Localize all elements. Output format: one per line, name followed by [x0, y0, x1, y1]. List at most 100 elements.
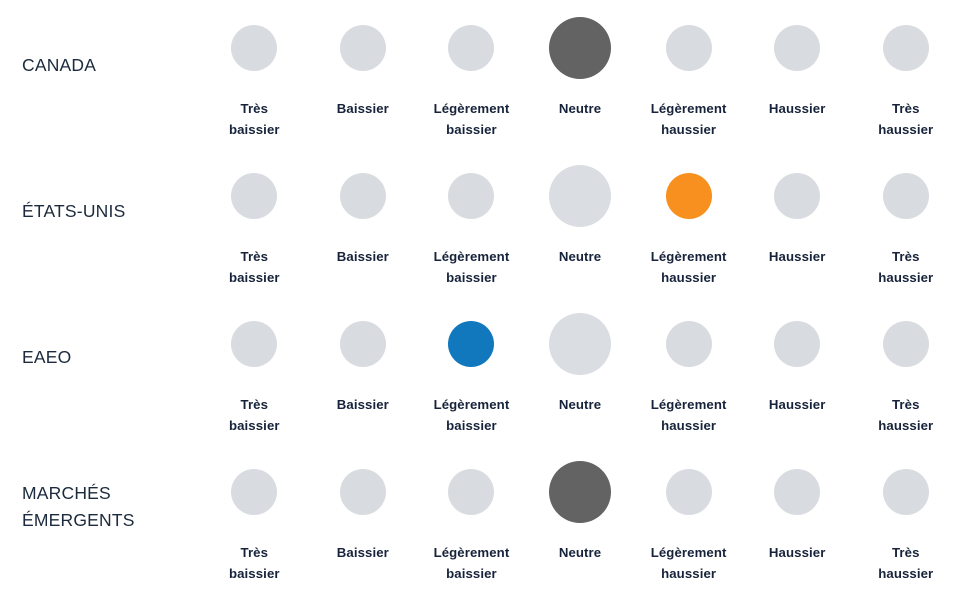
position-dot-idle[interactable]: [339, 469, 386, 515]
position-dot-idle[interactable]: [665, 25, 712, 71]
matrix-cell-marches-emergents-legerement-haussier[interactable]: Légèrement haussier: [634, 444, 743, 585]
column-label-tres-haussier: Très haussier: [878, 545, 934, 582]
dot-zone: [774, 148, 821, 244]
matrix-cell-canada-legerement-baissier[interactable]: Légèrement baissier: [417, 0, 526, 141]
column-label-neutre: Neutre: [558, 545, 602, 560]
matrix-row-eaeo: EAEO Très baissier Baissier Légèrement bais…: [0, 296, 960, 444]
dot-zone: [231, 296, 278, 392]
matrix-cell-canada-tres-haussier[interactable]: Très haussier: [851, 0, 960, 141]
position-dot-previous[interactable]: [549, 313, 612, 375]
row-label-eaeo: EAEO: [22, 347, 72, 367]
matrix-row-cells: Très baissier Baissier Légèrement baissier…: [200, 296, 960, 437]
position-dot-idle[interactable]: [665, 469, 712, 515]
dot-zone: [882, 148, 929, 244]
matrix-cell-etats-unis-neutre[interactable]: Neutre: [526, 148, 635, 289]
dot-zone: [882, 444, 929, 540]
dot-zone: [339, 148, 386, 244]
matrix-cell-etats-unis-haussier[interactable]: Haussier: [743, 148, 852, 289]
position-dot-idle[interactable]: [774, 173, 821, 219]
matrix-cell-etats-unis-legerement-baissier[interactable]: Légèrement baissier: [417, 148, 526, 289]
row-label-canada: CANADA: [22, 55, 97, 75]
position-dot-idle[interactable]: [774, 469, 821, 515]
position-dot-idle[interactable]: [774, 25, 821, 71]
column-label-haussier: Haussier: [768, 101, 826, 116]
position-dot-neutral[interactable]: [549, 17, 612, 79]
column-label-neutre: Neutre: [558, 101, 602, 116]
matrix-row-canada: CANADA Très baissier Baissier Légèrement ba…: [0, 0, 960, 148]
dot-zone: [549, 296, 612, 392]
matrix-row-cells: Très baissier Baissier Légèrement baissier…: [200, 444, 960, 585]
matrix-cell-canada-legerement-haussier[interactable]: Légèrement haussier: [634, 0, 743, 141]
dot-zone: [448, 444, 495, 540]
position-dot-idle[interactable]: [882, 173, 929, 219]
matrix-cell-eaeo-haussier[interactable]: Haussier: [743, 296, 852, 437]
matrix-cell-eaeo-baissier[interactable]: Baissier: [309, 296, 418, 437]
position-dot-idle[interactable]: [774, 321, 821, 367]
position-dot-idle[interactable]: [231, 173, 278, 219]
matrix-cell-etats-unis-baissier[interactable]: Baissier: [309, 148, 418, 289]
matrix-cell-canada-haussier[interactable]: Haussier: [743, 0, 852, 141]
column-label-haussier: Haussier: [768, 397, 826, 412]
matrix-cell-eaeo-tres-haussier[interactable]: Très haussier: [851, 296, 960, 437]
position-dot-neutral[interactable]: [549, 461, 612, 523]
matrix-cell-etats-unis-tres-baissier[interactable]: Très baissier: [200, 148, 309, 289]
dot-zone: [774, 444, 821, 540]
column-label-baissier: Baissier: [336, 249, 389, 264]
dot-zone: [665, 296, 712, 392]
position-dot-up[interactable]: [665, 173, 712, 219]
position-dot-previous[interactable]: [549, 165, 612, 227]
matrix-cell-eaeo-legerement-baissier[interactable]: Légèrement baissier: [417, 296, 526, 437]
column-label-baissier: Baissier: [336, 397, 389, 412]
matrix-cell-marches-emergents-legerement-baissier[interactable]: Légèrement baissier: [417, 444, 526, 585]
matrix-cell-etats-unis-legerement-haussier[interactable]: Légèrement haussier: [634, 148, 743, 289]
dot-zone: [448, 296, 495, 392]
position-dot-idle[interactable]: [339, 321, 386, 367]
position-dot-idle[interactable]: [448, 173, 495, 219]
matrix-cell-canada-neutre[interactable]: Neutre: [526, 0, 635, 141]
column-label-tres-baissier: Très baissier: [228, 397, 280, 434]
position-dot-idle[interactable]: [231, 25, 278, 71]
dot-zone: [774, 0, 821, 96]
column-label-legerement-haussier: Légèrement haussier: [650, 545, 727, 582]
column-label-legerement-haussier: Légèrement haussier: [650, 397, 727, 434]
column-label-legerement-baissier: Légèrement baissier: [433, 249, 510, 286]
dot-zone: [231, 0, 278, 96]
column-label-tres-baissier: Très baissier: [228, 545, 280, 582]
position-dot-idle[interactable]: [448, 469, 495, 515]
position-dot-down[interactable]: [448, 321, 495, 367]
matrix-cell-eaeo-legerement-haussier[interactable]: Légèrement haussier: [634, 296, 743, 437]
column-label-legerement-baissier: Légèrement baissier: [433, 101, 510, 138]
matrix-cell-marches-emergents-haussier[interactable]: Haussier: [743, 444, 852, 585]
column-label-baissier: Baissier: [336, 545, 389, 560]
dot-zone: [549, 148, 612, 244]
matrix-cell-marches-emergents-neutre[interactable]: Neutre: [526, 444, 635, 585]
matrix-cell-marches-emergents-tres-baissier[interactable]: Très baissier: [200, 444, 309, 585]
position-dot-idle[interactable]: [665, 321, 712, 367]
column-label-tres-baissier: Très baissier: [228, 101, 280, 138]
matrix-cell-eaeo-neutre[interactable]: Neutre: [526, 296, 635, 437]
position-dot-idle[interactable]: [882, 321, 929, 367]
column-label-tres-haussier: Très haussier: [878, 101, 934, 138]
position-dot-idle[interactable]: [231, 469, 278, 515]
matrix-cell-etats-unis-tres-haussier[interactable]: Très haussier: [851, 148, 960, 289]
matrix-cell-marches-emergents-baissier[interactable]: Baissier: [309, 444, 418, 585]
matrix-cell-canada-baissier[interactable]: Baissier: [309, 0, 418, 141]
position-dot-idle[interactable]: [448, 25, 495, 71]
position-dot-idle[interactable]: [231, 321, 278, 367]
matrix-cell-canada-tres-baissier[interactable]: Très baissier: [200, 0, 309, 141]
column-label-tres-baissier: Très baissier: [228, 249, 280, 286]
position-dot-idle[interactable]: [882, 469, 929, 515]
matrix-cell-eaeo-tres-baissier[interactable]: Très baissier: [200, 296, 309, 437]
dot-zone: [882, 0, 929, 96]
position-dot-idle[interactable]: [882, 25, 929, 71]
dot-zone: [665, 148, 712, 244]
matrix-cell-marches-emergents-tres-haussier[interactable]: Très haussier: [851, 444, 960, 585]
position-dot-idle[interactable]: [339, 173, 386, 219]
sentiment-matrix: CANADA Très baissier Baissier Légèrement ba…: [0, 0, 960, 605]
column-label-tres-haussier: Très haussier: [878, 249, 934, 286]
dot-zone: [231, 444, 278, 540]
position-dot-idle[interactable]: [339, 25, 386, 71]
matrix-row-marches-emergents: MARCHÉS ÉMERGENTS Très baissier Baissier Lé…: [0, 444, 960, 605]
column-label-baissier: Baissier: [336, 101, 389, 116]
row-label-etats-unis: ÉTATS-UNIS: [22, 201, 126, 221]
